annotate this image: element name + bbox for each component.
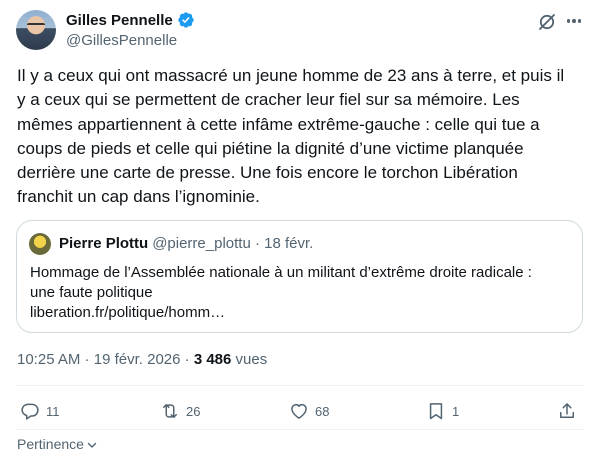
retweet-count: 26 [186,403,201,419]
tweet-meta: 10:25 AM · 19 févr. 2026 · 3 486 vues [17,351,267,368]
share-button[interactable] [557,401,577,421]
quoted-date: 18 févr. [264,235,314,252]
retweet-button[interactable]: 26 [160,401,200,421]
reply-sort-dropdown[interactable]: Pertinence [17,436,98,452]
author-name-row: Gilles Pennelle [66,11,195,29]
quoted-header: Pierre Plottu @pierre_plottu · 18 févr. [59,235,313,252]
heart-icon [291,403,307,419]
quoted-tweet[interactable]: Pierre Plottu @pierre_plottu · 18 févr. … [16,220,583,333]
share-icon [560,403,574,418]
meta-separator-2: · [180,351,194,368]
tweet: Gilles Pennelle @GillesPennelle Il y a c… [0,0,600,465]
author-avatar[interactable] [16,10,56,50]
divider-bottom [16,429,584,430]
verified-badge-icon[interactable] [177,11,195,29]
reply-count: 11 [46,403,60,419]
quoted-text: Hommage de l’Assemblée nationale à un mi… [30,264,532,321]
tweet-date[interactable]: 19 févr. 2026 [94,351,181,368]
quoted-separator: · [250,235,265,252]
quoted-author-handle: @pierre_plottu [152,235,251,252]
like-button[interactable]: 68 [289,401,329,421]
bookmark-count: 1 [452,403,460,419]
like-count: 68 [315,403,330,419]
retweet-icon [163,404,177,418]
more-icon[interactable] [563,10,585,32]
views-label: vues [231,351,268,368]
quoted-author-name: Pierre Plottu [59,235,149,252]
bookmark-button[interactable]: 1 [426,401,459,421]
divider-top [16,385,584,386]
reply-sort-label: Pertinence [17,436,84,452]
tweet-text: Il y a ceux qui ont massacré un jeune ho… [17,66,565,207]
author-name[interactable]: Gilles Pennelle [66,12,173,29]
bookmark-icon [429,403,443,420]
grok-icon[interactable] [537,12,557,32]
meta-separator: · [80,351,94,368]
action-bar: 11 26 68 1 [16,398,584,428]
chevron-down-icon [87,442,97,448]
reply-icon [21,403,39,420]
views-count: 3 486 [193,351,232,368]
tweet-time[interactable]: 10:25 AM [17,351,80,368]
reply-button[interactable]: 11 [20,401,60,421]
quoted-avatar [29,233,51,255]
author-handle[interactable]: @GillesPennelle [66,32,177,49]
